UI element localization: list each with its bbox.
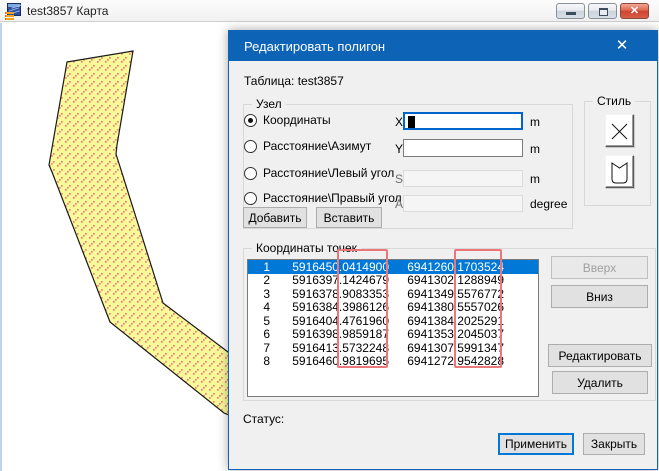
radio-distance-azimuth-label: Расстояние\Азимут bbox=[263, 139, 371, 153]
screen: test3857 Карта ✕ Редактировать полигон ✕… bbox=[0, 0, 659, 471]
radio-icon bbox=[244, 192, 257, 205]
radio-distance-right-angle-label: Расстояние\Правый угол bbox=[263, 191, 402, 205]
radio-distance-azimuth[interactable]: Расстояние\Азимут bbox=[244, 139, 371, 153]
list-row[interactable]: 25916397.14246796941302.1288949 bbox=[248, 274, 538, 288]
close-dialog-button[interactable]: Закрыть bbox=[583, 433, 645, 455]
line-style-button[interactable] bbox=[605, 114, 634, 147]
status-label: Статус: bbox=[243, 412, 284, 426]
apply-button[interactable]: Применить bbox=[498, 433, 574, 455]
dialog-titlebar[interactable]: Редактировать полигон bbox=[229, 31, 657, 61]
radio-coordinates-label: Координаты bbox=[263, 113, 331, 127]
s-unit: m bbox=[530, 172, 540, 186]
table-label: Таблица: test3857 bbox=[244, 74, 344, 88]
x-label: X bbox=[395, 115, 403, 129]
insert-button[interactable]: Вставить bbox=[316, 207, 382, 228]
points-group-label: Координаты точек bbox=[252, 241, 361, 255]
y-unit: m bbox=[530, 142, 540, 156]
y-label: Y bbox=[395, 142, 403, 156]
node-group-label: Узел bbox=[252, 97, 286, 111]
list-row[interactable]: 85916460.98196956941272.9542828 bbox=[248, 355, 538, 369]
maximize-button[interactable] bbox=[588, 3, 617, 19]
x-unit: m bbox=[530, 115, 540, 129]
list-row[interactable]: 65916398.98591876941353.2045037 bbox=[248, 328, 538, 342]
a-input bbox=[403, 195, 523, 212]
close-window-button[interactable]: ✕ bbox=[620, 3, 649, 19]
region-style-button[interactable] bbox=[605, 155, 634, 188]
x-cross-icon bbox=[608, 118, 631, 145]
edit-button[interactable]: Редактировать bbox=[548, 344, 652, 367]
radio-coordinates[interactable]: Координаты bbox=[244, 113, 331, 127]
minimize-button[interactable] bbox=[556, 3, 585, 19]
minimize-icon bbox=[566, 12, 576, 15]
map-window-icon bbox=[5, 3, 21, 19]
dialog-close-button[interactable]: ✕ bbox=[607, 31, 637, 61]
a-label: A bbox=[395, 197, 403, 211]
up-button[interactable]: Вверх bbox=[551, 256, 648, 279]
style-group-label: Стиль bbox=[593, 94, 635, 108]
down-button[interactable]: Вниз bbox=[551, 285, 648, 308]
radio-selected-icon bbox=[244, 114, 257, 127]
maximize-icon bbox=[599, 8, 608, 16]
dialog-title: Редактировать полигон bbox=[244, 39, 385, 54]
list-row[interactable]: 45916384.39861266941380.5557026 bbox=[248, 301, 538, 315]
radio-distance-right-angle[interactable]: Расстояние\Правый угол bbox=[244, 191, 402, 205]
radio-icon bbox=[244, 167, 257, 180]
list-row[interactable]: 35916378.90833536941349.5576772 bbox=[248, 287, 538, 301]
list-row[interactable]: 55916404.47619606941384.2025291 bbox=[248, 314, 538, 328]
list-row[interactable]: 75916413.57322486941307.5991347 bbox=[248, 341, 538, 355]
y-input[interactable] bbox=[403, 139, 523, 157]
edit-polygon-dialog: Редактировать полигон ✕ Таблица: test385… bbox=[228, 30, 658, 470]
delete-button[interactable]: Удалить bbox=[552, 371, 648, 394]
radio-distance-left-angle[interactable]: Расстояние\Левый угол bbox=[244, 166, 394, 180]
window-title: test3857 Карта bbox=[27, 4, 108, 18]
text-caret bbox=[408, 116, 415, 128]
s-label: S bbox=[395, 172, 403, 186]
radio-distance-left-angle-label: Расстояние\Левый угол bbox=[263, 166, 394, 180]
window-left-border bbox=[0, 23, 2, 471]
a-unit: degree bbox=[530, 197, 567, 211]
polygon-icon bbox=[608, 159, 631, 186]
add-button[interactable]: Добавить bbox=[243, 207, 307, 228]
s-input bbox=[403, 170, 523, 187]
points-list[interactable]: 15916450.04149006941260.1703524 25916397… bbox=[247, 259, 539, 397]
list-row[interactable]: 15916450.04149006941260.1703524 bbox=[248, 260, 538, 274]
radio-icon bbox=[244, 140, 257, 153]
x-input[interactable] bbox=[403, 112, 523, 130]
